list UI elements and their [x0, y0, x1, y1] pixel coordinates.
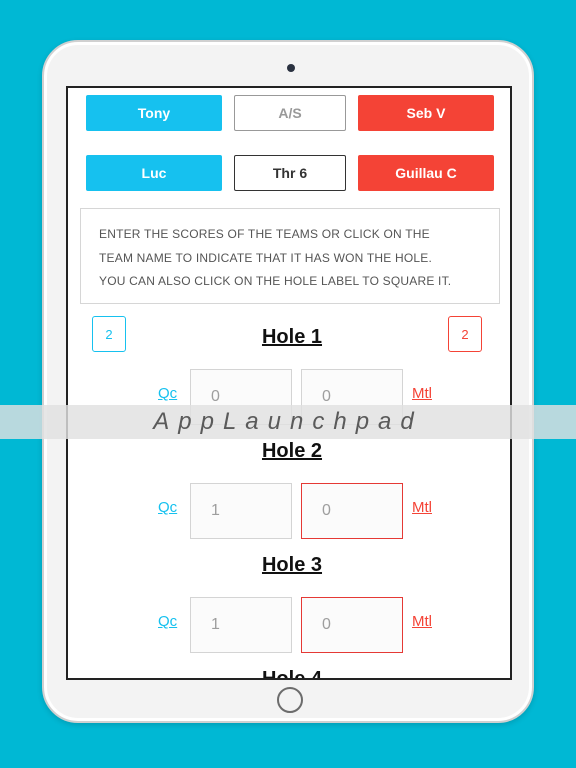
team-button-tony[interactable]: Tony [86, 95, 222, 131]
hole-2-label[interactable]: Hole 2 [192, 440, 392, 463]
hole-2-mtl-link[interactable]: Mtl [412, 499, 432, 516]
app-screen: Tony A/S Seb V Luc Thr 6 Guillau C ENTER… [66, 86, 512, 680]
hole-1-qc-link[interactable]: Qc [158, 385, 177, 402]
instructions-line-3: YOU CAN ALSO CLICK ON THE HOLE LABEL TO … [99, 274, 452, 288]
hole-3-label[interactable]: Hole 3 [192, 554, 392, 577]
hole-3-mtl-score[interactable] [301, 597, 403, 653]
right-team-count[interactable]: 2 [448, 316, 482, 352]
instructions-line-1: ENTER THE SCORES OF THE TEAMS OR CLICK O… [99, 227, 430, 241]
hole-3-qc-score[interactable] [190, 597, 292, 653]
home-button[interactable] [277, 687, 303, 713]
hole-1-mtl-link[interactable]: Mtl [412, 385, 432, 402]
all-square-button[interactable]: A/S [234, 95, 346, 131]
left-team-count[interactable]: 2 [92, 316, 126, 352]
instructions-box: ENTER THE SCORES OF THE TEAMS OR CLICK O… [80, 208, 500, 304]
team-button-seb-v[interactable]: Seb V [358, 95, 494, 131]
hole-2-qc-link[interactable]: Qc [158, 499, 177, 516]
instructions-line-2: TEAM NAME TO INDICATE THAT IT HAS WON TH… [99, 250, 433, 265]
camera-dot [287, 64, 295, 72]
hole-selector-button[interactable]: Thr 6 [234, 155, 346, 191]
watermark-banner: AppLaunchpad [0, 405, 576, 439]
hole-1-label[interactable]: Hole 1 [192, 326, 392, 349]
team-button-luc[interactable]: Luc [86, 155, 222, 191]
hole-3-mtl-link[interactable]: Mtl [412, 613, 432, 630]
hole-2-mtl-score[interactable] [301, 483, 403, 539]
team-button-guillau-c[interactable]: Guillau C [358, 155, 494, 191]
hole-4-label[interactable]: Hole 4 [192, 668, 392, 678]
hole-3-qc-link[interactable]: Qc [158, 613, 177, 630]
hole-2-qc-score[interactable] [190, 483, 292, 539]
